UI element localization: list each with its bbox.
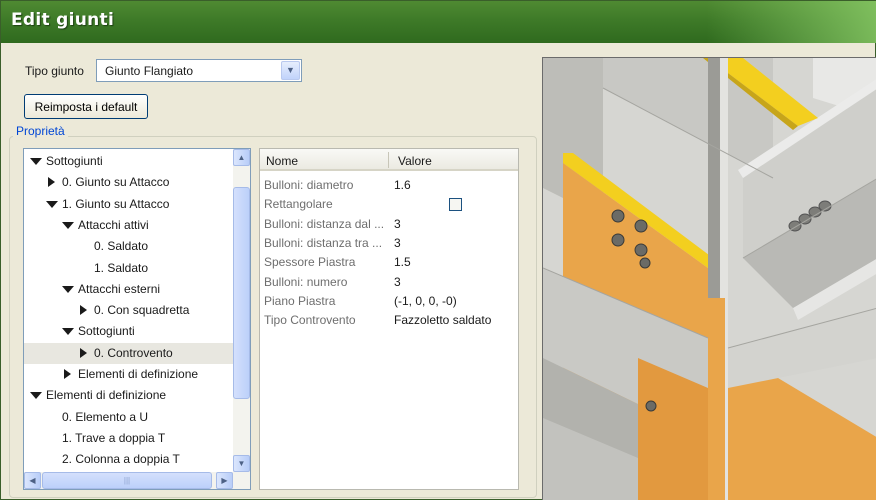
tree-item[interactable]: 1. Trave a doppia T [24,428,233,449]
column-separator[interactable] [388,152,389,168]
joint-3d-render [543,58,876,500]
property-row[interactable]: Bulloni: distanza dal ... 3 [260,215,518,234]
triangle-right-icon[interactable] [80,347,87,358]
triangle-down-icon[interactable] [30,158,42,165]
tree-vertical-scrollbar[interactable]: ▲ ▼ [233,149,250,472]
property-value[interactable]: 3 [394,273,401,292]
property-name: Bulloni: diametro [264,178,354,192]
tree-item-label: Attacchi attivi [78,217,149,232]
lower-bolt [645,400,657,412]
window-title: Edit giunti [11,10,115,30]
triangle-right-icon[interactable] [80,305,87,316]
title-bar[interactable]: Edit giunti [1,1,876,43]
property-value[interactable]: 1.5 [394,253,411,272]
tree-item-label: Sottogiunti [46,154,103,168]
tree-item-label: 0. Saldato [94,239,149,254]
triangle-right-icon[interactable] [64,369,71,379]
property-name: Bulloni: distanza dal ... [264,216,385,231]
tree-item-label: 0. Con squadretta [94,303,190,318]
scroll-left-icon[interactable]: ◀ [24,472,41,489]
property-name: Spessore Piastra [264,255,356,270]
tree-item[interactable]: Attacchi attivi [24,215,233,236]
reset-defaults-button[interactable]: Reimposta i default [24,94,148,119]
triangle-down-icon[interactable] [46,200,58,208]
tree-item[interactable]: Elementi di definizione [24,385,233,406]
tree-horizontal-scroll-thumb[interactable]: ||| [42,472,212,489]
property-name: Bulloni: distanza tra ... [264,235,383,250]
tree-item[interactable]: 1. Giunto su Attacco [24,194,233,215]
triangle-right-icon[interactable] [48,177,55,188]
property-value[interactable]: 1.6 [394,176,411,195]
tree-item[interactable]: 2. Colonna a doppia T [24,449,233,470]
tree-item[interactable]: Elementi di definizione [24,364,233,385]
property-row[interactable]: Piano Piastra (-1, 0, 0, -0) [260,292,518,311]
tree-item-label: 1. Saldato [94,260,149,275]
property-value[interactable]: (-1, 0, 0, -0) [394,292,457,311]
chevron-down-icon[interactable]: ▼ [281,61,300,80]
tree-item-label: Attacchi esterni [78,281,161,296]
title-bar-glow [707,1,876,43]
property-name: Rettangolare [264,197,333,212]
tree-vertical-scroll-thumb[interactable] [233,187,250,399]
property-grid: Nome Valore Bulloni: diametro 1.6 Rettango… [259,148,519,490]
property-value[interactable]: 3 [394,234,401,253]
scroll-up-icon[interactable]: ▲ [233,149,250,166]
tree-item-label: Elementi di definizione [46,388,167,403]
tree-item-label: 1. Trave a doppia T [62,430,166,445]
tree-item[interactable]: 0. Controvento [24,342,233,364]
property-name: Bulloni: numero [264,274,348,289]
column-header-value[interactable]: Valore [398,154,432,168]
tree-item-label: Sottogiunti [78,324,135,339]
triangle-down-icon[interactable] [62,285,74,293]
tree-item[interactable]: Attacchi esterni [24,279,233,300]
properties-group-label: Proprietà [13,124,68,138]
tree-item[interactable]: Sottogiunti [24,321,233,342]
tree-item[interactable]: 0. Giunto su Attacco [24,172,233,193]
property-name: Tipo Controvento [264,313,356,328]
column-header-name[interactable]: Nome [266,154,298,168]
tree-item-label: 2. Colonna a doppia T [62,452,180,467]
property-value[interactable]: 3 [394,215,401,234]
property-row[interactable]: Tipo Controvento Fazzoletto saldato [260,311,518,330]
tree-item[interactable]: 0. Saldato [24,236,233,257]
tree-item[interactable]: Sottogiunti [24,151,233,172]
triangle-down-icon[interactable] [62,328,74,336]
edit-giunti-window: Edit giunti Tipo giunto Giunto Flangiato… [0,0,876,500]
scroll-down-icon[interactable]: ▼ [233,455,250,472]
property-grid-header: Nome Valore [260,149,518,171]
tree-item-label: 1. Giunto su Attacco [62,196,170,211]
property-row[interactable]: Bulloni: distanza tra ... 3 [260,234,518,253]
tipo-giunto-label: Tipo giunto [25,64,84,78]
property-row[interactable]: Bulloni: numero 3 [260,273,518,292]
tree-item-label: 0. Elemento a U [62,409,149,424]
property-row[interactable]: Rettangolare [260,195,518,214]
scroll-right-icon[interactable]: ▶ [216,472,233,489]
property-name: Piano Piastra [264,293,336,308]
triangle-down-icon[interactable] [30,392,42,400]
tree-item[interactable]: 0. Con squadretta [24,300,233,321]
tipo-giunto-combo[interactable]: Giunto Flangiato ▼ [96,59,302,82]
property-value[interactable]: Fazzoletto saldato [394,311,491,330]
property-row[interactable]: Bulloni: diametro 1.6 [260,176,518,195]
tipo-giunto-value: Giunto Flangiato [105,64,194,78]
tree-item-label: Elementi di definizione [78,367,199,381]
rettangolare-checkbox[interactable] [449,198,462,212]
tree-horizontal-scrollbar[interactable]: ◀ ||| ▶ [24,472,250,489]
tree-item-label: 0. Controvento [94,345,173,360]
tree-item[interactable]: 1. Saldato [24,258,233,279]
tree-item-label: 0. Giunto su Attacco [62,175,170,190]
property-row[interactable]: Spessore Piastra 1.5 [260,253,518,272]
joint-tree[interactable]: Sottogiunti 0. Giunto su Attacco 1. Giunto… [23,148,251,490]
tree-item[interactable]: 0. Elemento a U [24,407,233,428]
triangle-down-icon[interactable] [62,221,74,229]
joint-3d-viewer[interactable] [542,57,876,500]
